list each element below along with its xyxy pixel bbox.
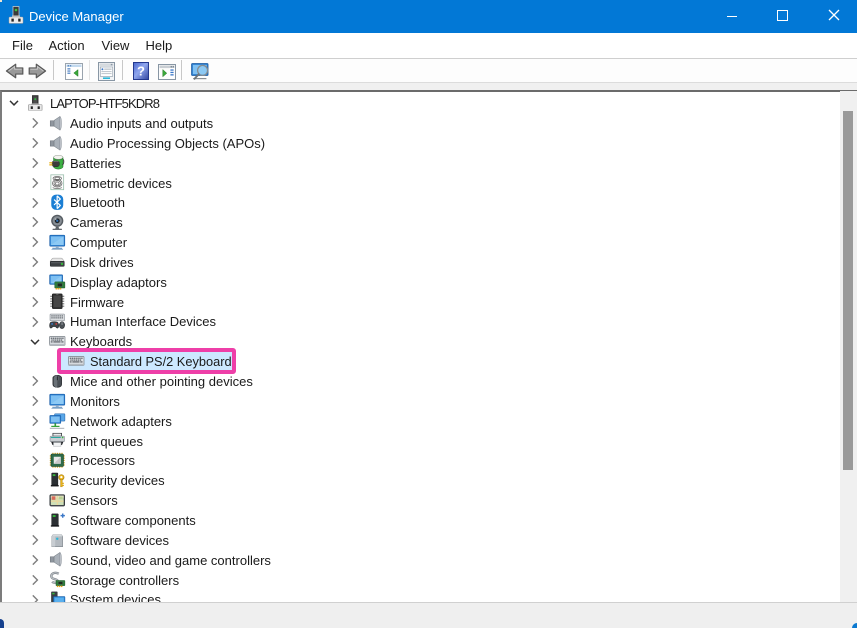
svg-text:?: ? bbox=[137, 64, 145, 79]
